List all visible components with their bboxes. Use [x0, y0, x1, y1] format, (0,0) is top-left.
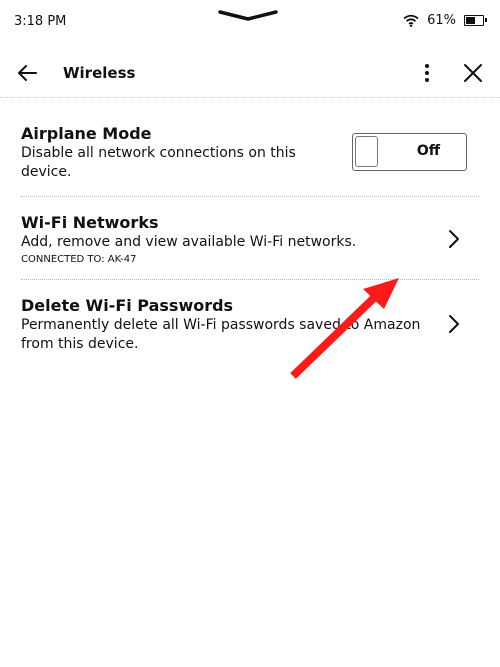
- delete-wifi-passwords-chevron-icon[interactable]: [446, 313, 462, 335]
- wifi-networks-chevron-icon[interactable]: [446, 228, 462, 250]
- divider: [21, 196, 479, 197]
- close-icon[interactable]: [460, 60, 486, 86]
- wifi-icon: [403, 14, 419, 27]
- wifi-networks-title: Wi-Fi Networks: [21, 213, 159, 232]
- divider: [21, 279, 479, 280]
- back-arrow-icon[interactable]: [14, 60, 40, 86]
- airplane-mode-description: Disable all network connections on this …: [21, 145, 296, 180]
- status-bar: 3:18 PM 61%: [0, 0, 500, 44]
- status-time: 3:18 PM: [14, 14, 67, 29]
- pull-down-handle-icon[interactable]: [218, 8, 278, 22]
- battery-fill: [466, 17, 475, 24]
- more-vertical-icon[interactable]: [416, 60, 438, 86]
- delete-wifi-passwords-description: Permanently delete all Wi-Fi passwords s…: [21, 317, 421, 352]
- delete-wifi-passwords-title: Delete Wi-Fi Passwords: [21, 296, 234, 315]
- status-indicators: 61%: [403, 13, 487, 28]
- toggle-state-label: Off: [416, 143, 441, 159]
- battery-percent: 61%: [427, 13, 456, 28]
- delete-wifi-passwords-row[interactable]: Delete Wi-Fi Passwords Permanently delet…: [21, 296, 481, 354]
- airplane-mode-toggle[interactable]: Off: [352, 133, 467, 171]
- header-bar: Wireless: [0, 52, 500, 98]
- toggle-knob: [355, 136, 378, 167]
- page-title: Wireless: [63, 64, 136, 82]
- battery-icon: [464, 15, 487, 26]
- wifi-networks-description: Add, remove and view available Wi-Fi net…: [21, 234, 357, 250]
- wifi-connection-status: CONNECTED TO: AK-47: [21, 254, 137, 265]
- wifi-networks-row[interactable]: Wi-Fi Networks Add, remove and view avai…: [21, 213, 481, 267]
